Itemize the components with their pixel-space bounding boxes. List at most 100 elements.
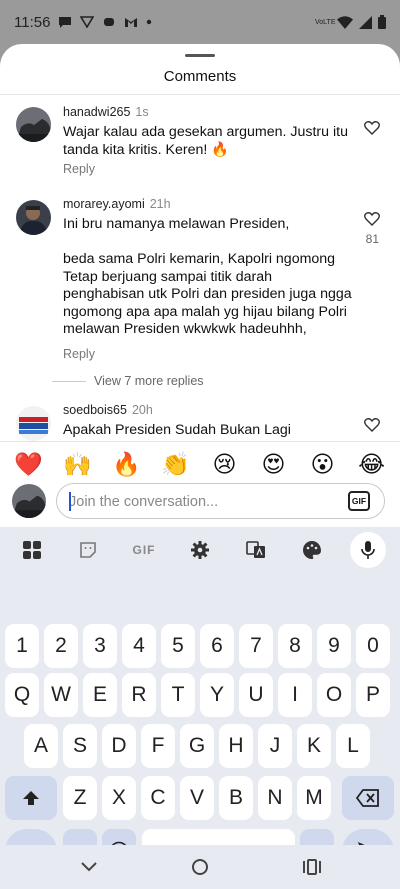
key-1[interactable]: 1 (5, 624, 39, 668)
emoji-laughing[interactable]: 😂 (354, 451, 390, 478)
keyboard-row-bottom: Z X C V B N M (0, 776, 400, 820)
emoji-raised-hands[interactable]: 🙌 (60, 451, 96, 478)
key-r[interactable]: R (122, 673, 156, 717)
reply-button[interactable]: Reply (63, 347, 95, 361)
emoji-fire[interactable]: 🔥 (109, 451, 145, 478)
key-3[interactable]: 3 (83, 624, 117, 668)
key-k[interactable]: K (297, 724, 331, 768)
quick-emoji-bar: ❤️ 🙌 🔥 👏 😢 😍 😮 😂 (0, 447, 400, 481)
signal-icon (359, 15, 372, 29)
key-6[interactable]: 6 (200, 624, 234, 668)
gif-keyboard-button[interactable]: GIF (126, 532, 162, 568)
volte-indicator: VoLTE (315, 18, 336, 26)
key-c[interactable]: C (141, 776, 175, 820)
key-0[interactable]: 0 (356, 624, 390, 668)
comment-username[interactable]: hanadwi265 1s (63, 105, 149, 119)
key-i[interactable]: I (278, 673, 312, 717)
keyboard: GIF 1 2 3 4 5 6 7 8 9 0 Q W E R T Y U I … (0, 527, 400, 889)
comment-list[interactable]: hanadwi265 1s Wajar kalau ada gesekan arg… (0, 96, 400, 441)
key-9[interactable]: 9 (317, 624, 351, 668)
keyboard-toolbar: GIF (0, 527, 400, 573)
emoji-crying[interactable]: 😢 (207, 451, 243, 478)
battery-icon (378, 15, 386, 29)
key-8[interactable]: 8 (278, 624, 312, 668)
comment-text: Wajar kalau ada gesekan argumen. Justru … (63, 124, 348, 158)
backspace-icon (356, 789, 379, 807)
key-j[interactable]: J (258, 724, 292, 768)
like-heart-icon[interactable] (364, 417, 380, 432)
key-s[interactable]: S (63, 724, 97, 768)
text-cursor (69, 492, 71, 511)
key-4[interactable]: 4 (122, 624, 156, 668)
key-2[interactable]: 2 (44, 624, 78, 668)
system-nav-bar (0, 845, 400, 889)
key-u[interactable]: U (239, 673, 273, 717)
key-f[interactable]: F (141, 724, 175, 768)
key-l[interactable]: L (336, 724, 370, 768)
key-7[interactable]: 7 (239, 624, 273, 668)
comment-text: Ini bru namanya melawan Presiden, beda s… (63, 216, 352, 337)
key-x[interactable]: X (102, 776, 136, 820)
gmail-notification-icon (125, 18, 138, 27)
key-a[interactable]: A (24, 724, 58, 768)
view-more-replies[interactable]: View 7 more replies (52, 374, 204, 388)
translate-icon[interactable] (238, 532, 274, 568)
avatar[interactable] (16, 200, 51, 235)
key-p[interactable]: P (356, 673, 390, 717)
gif-button[interactable]: GIF (348, 491, 370, 511)
key-y[interactable]: Y (200, 673, 234, 717)
key-w[interactable]: W (44, 673, 78, 717)
sheet-title: Comments (163, 68, 237, 85)
emoji-clap[interactable]: 👏 (158, 451, 194, 478)
comment-input[interactable] (69, 492, 339, 512)
microphone-icon[interactable] (350, 532, 386, 568)
comment-username[interactable]: morarey.ayomi 21h (63, 197, 171, 211)
comment-username[interactable]: soedbois65 20h (63, 403, 153, 417)
key-n[interactable]: N (258, 776, 292, 820)
key-e[interactable]: E (83, 673, 117, 717)
status-bar: 11:56 VoLTE (0, 0, 400, 44)
key-g[interactable]: G (180, 724, 214, 768)
shift-arrow-icon (23, 791, 39, 805)
more-notifications-dot-icon (147, 19, 152, 25)
emoji-heart[interactable]: ❤️ (11, 451, 47, 478)
key-h[interactable]: H (219, 724, 253, 768)
divider (0, 441, 400, 442)
key-d[interactable]: D (102, 724, 136, 768)
emoji-surprised[interactable]: 😮 (305, 451, 341, 478)
avatar[interactable] (16, 107, 51, 142)
drag-handle[interactable] (185, 54, 215, 57)
key-q[interactable]: Q (5, 673, 39, 717)
divider (0, 94, 400, 95)
sticker-icon[interactable] (70, 532, 106, 568)
like-count: 81 (365, 232, 379, 246)
avatar[interactable] (16, 406, 51, 441)
emoji-heart-eyes[interactable]: 😍 (256, 451, 292, 478)
chat-notification-icon (59, 17, 72, 28)
key-5[interactable]: 5 (161, 624, 195, 668)
nav-home-icon[interactable] (190, 857, 210, 877)
key-b[interactable]: B (219, 776, 253, 820)
theme-palette-icon[interactable] (294, 532, 330, 568)
key-m[interactable]: M (297, 776, 331, 820)
reply-button[interactable]: Reply (63, 162, 95, 176)
comment-text: Apakah Presiden Sudah Bukan Lagi (63, 422, 291, 438)
backspace-key[interactable] (342, 776, 394, 820)
like-heart-icon[interactable] (364, 211, 380, 226)
apps-grid-icon[interactable] (14, 532, 50, 568)
key-o[interactable]: O (317, 673, 351, 717)
keyboard-row-middle: A S D F G H J K L (0, 724, 400, 768)
comment-composer: GIF (0, 482, 400, 522)
my-avatar (12, 484, 46, 518)
settings-gear-icon[interactable] (182, 532, 218, 568)
nav-recents-icon[interactable] (302, 857, 322, 877)
key-v[interactable]: V (180, 776, 214, 820)
key-t[interactable]: T (161, 673, 195, 717)
comment-age: 20h (131, 403, 153, 417)
keyboard-row-top: Q W E R T Y U I O P (0, 673, 400, 717)
like-heart-icon[interactable] (364, 120, 380, 135)
shift-key[interactable] (5, 776, 57, 820)
key-z[interactable]: Z (63, 776, 97, 820)
nav-back-chevron-icon[interactable] (79, 857, 99, 877)
comments-sheet: Comments hanadwi265 1s Wajar kalau ada ge… (0, 44, 400, 889)
